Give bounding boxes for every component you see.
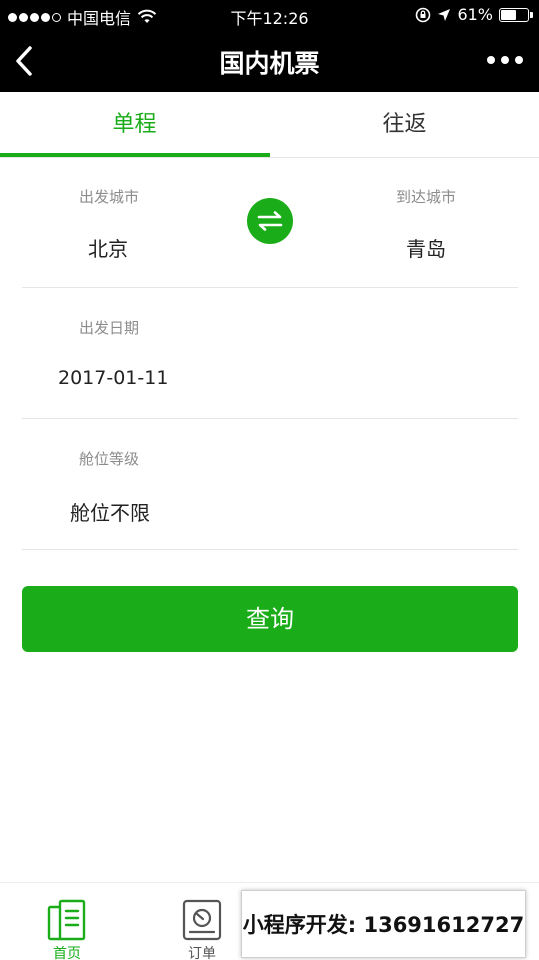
divider xyxy=(22,418,518,419)
departure-city-value[interactable]: 北京 xyxy=(88,233,128,262)
divider xyxy=(22,287,518,288)
navigation-bar: 国内机票 xyxy=(0,30,539,92)
tab-one-way[interactable]: 单程 xyxy=(0,92,269,158)
tab-round-trip[interactable]: 往返 xyxy=(270,92,539,158)
overlay-ad-banner: 小程序开发: 13691612727 xyxy=(241,890,526,958)
tabbar-label-orders: 订单 xyxy=(188,946,216,960)
home-icon xyxy=(47,899,86,941)
rotation-lock-icon xyxy=(416,7,431,22)
divider xyxy=(22,549,518,550)
search-button[interactable]: 查询 xyxy=(22,586,518,652)
active-tab-indicator xyxy=(0,153,270,157)
cabin-class-label: 舱位等级 xyxy=(79,450,140,468)
tabbar-label-home: 首页 xyxy=(53,946,81,960)
status-right: 61% xyxy=(415,5,533,24)
swap-cities-button[interactable] xyxy=(247,198,293,244)
top-bar: 中国电信 下午12:26 61% 国内机票 xyxy=(0,0,539,92)
departure-city-label: 出发城市 xyxy=(79,188,140,206)
more-options-icon[interactable] xyxy=(487,56,523,64)
arrival-city-label: 到达城市 xyxy=(396,188,457,206)
location-arrow-icon xyxy=(438,8,451,21)
cabin-class-value[interactable]: 舱位不限 xyxy=(70,497,150,526)
order-icon xyxy=(182,899,222,941)
status-bar: 中国电信 下午12:26 61% xyxy=(0,0,539,30)
battery-icon xyxy=(499,7,533,22)
departure-date-label: 出发日期 xyxy=(79,319,140,337)
page-title: 国内机票 xyxy=(219,49,320,78)
battery-percent: 61% xyxy=(457,5,493,24)
arrival-city-value[interactable]: 青岛 xyxy=(406,233,446,262)
departure-date-value[interactable]: 2017-01-11 xyxy=(58,367,168,389)
trip-type-tabs: 单程 往返 xyxy=(0,92,539,158)
swap-icon xyxy=(257,211,283,231)
